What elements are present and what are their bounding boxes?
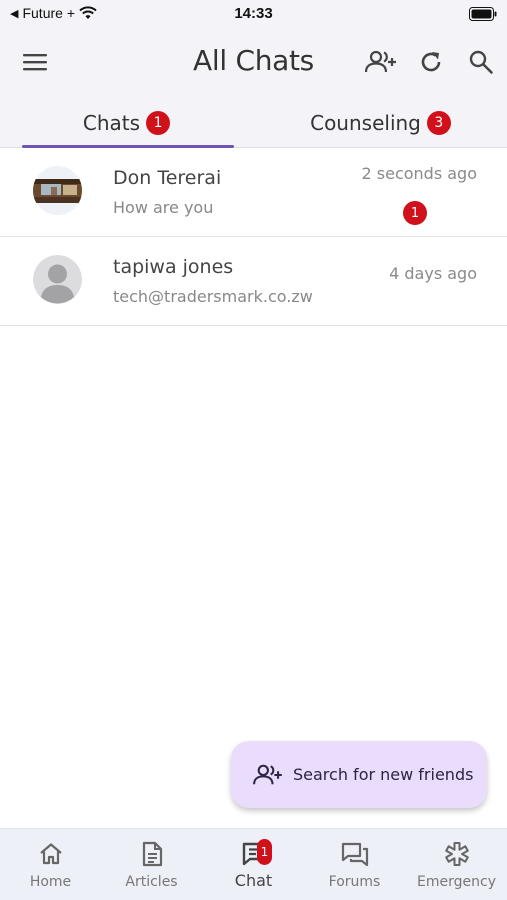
status-bar: ◀ Future + 14:33 [0,0,507,28]
nav-forums[interactable]: Forums [304,829,405,900]
chat-timestamp: 4 days ago [389,264,477,283]
unread-badge: 1 [403,201,427,225]
chat-icon [203,841,304,867]
status-time: 14:33 [234,5,273,22]
nav-emergency[interactable]: Emergency [406,829,507,900]
chat-name: Don Tererai [113,167,222,189]
bottom-navigation: Home Articles 1 Chat Forums Emergency [0,828,507,900]
chat-list: Don Tererai How are you 2 seconds ago 1 … [0,148,507,326]
nav-chat-label: Chat [234,871,273,890]
chat-timestamp: 2 seconds ago [361,164,478,183]
avatar [33,166,82,215]
chat-list-item[interactable]: tapiwa jones tech@tradersmark.co.zw 4 da… [0,237,507,326]
nav-forums-label: Forums [328,874,381,890]
nav-emergency-label: Emergency [417,874,496,890]
tab-chats[interactable]: Chats 1 [0,98,253,148]
tab-chats-badge: 1 [146,111,171,135]
search-friends-button[interactable]: Search for new friends [231,741,487,808]
avatar [33,255,82,304]
nav-home[interactable]: Home [0,829,101,900]
nav-articles-label: Articles [125,874,178,890]
chat-preview: How are you [113,198,214,217]
nav-home-label: Home [29,874,72,890]
tab-counseling[interactable]: Counseling 3 [254,98,507,148]
nav-chat-badge: 1 [257,839,272,865]
chat-preview: tech@tradersmark.co.zw [113,287,313,306]
tab-chats-label: Chats [82,111,141,135]
add-person-icon[interactable] [362,44,398,80]
tab-counseling-badge: 3 [426,111,451,135]
battery-icon [469,6,497,25]
tab-bar: Chats 1 Counseling 3 [0,98,507,148]
forum-icon [304,841,405,867]
add-person-icon [253,764,282,784]
app-header: All Chats [0,28,507,98]
default-avatar-icon [33,255,82,304]
chat-name: tapiwa jones [113,256,234,278]
chat-list-item[interactable]: Don Tererai How are you 2 seconds ago 1 [0,148,507,237]
home-icon [0,841,101,867]
emergency-icon [406,841,507,867]
search-friends-label: Search for new friends [293,765,474,784]
refresh-icon[interactable] [413,44,449,80]
nav-chat[interactable]: 1 Chat [203,829,304,900]
tab-counseling-label: Counseling [310,111,421,135]
document-icon [101,841,202,867]
search-icon[interactable] [463,44,499,80]
nav-articles[interactable]: Articles [101,829,202,900]
